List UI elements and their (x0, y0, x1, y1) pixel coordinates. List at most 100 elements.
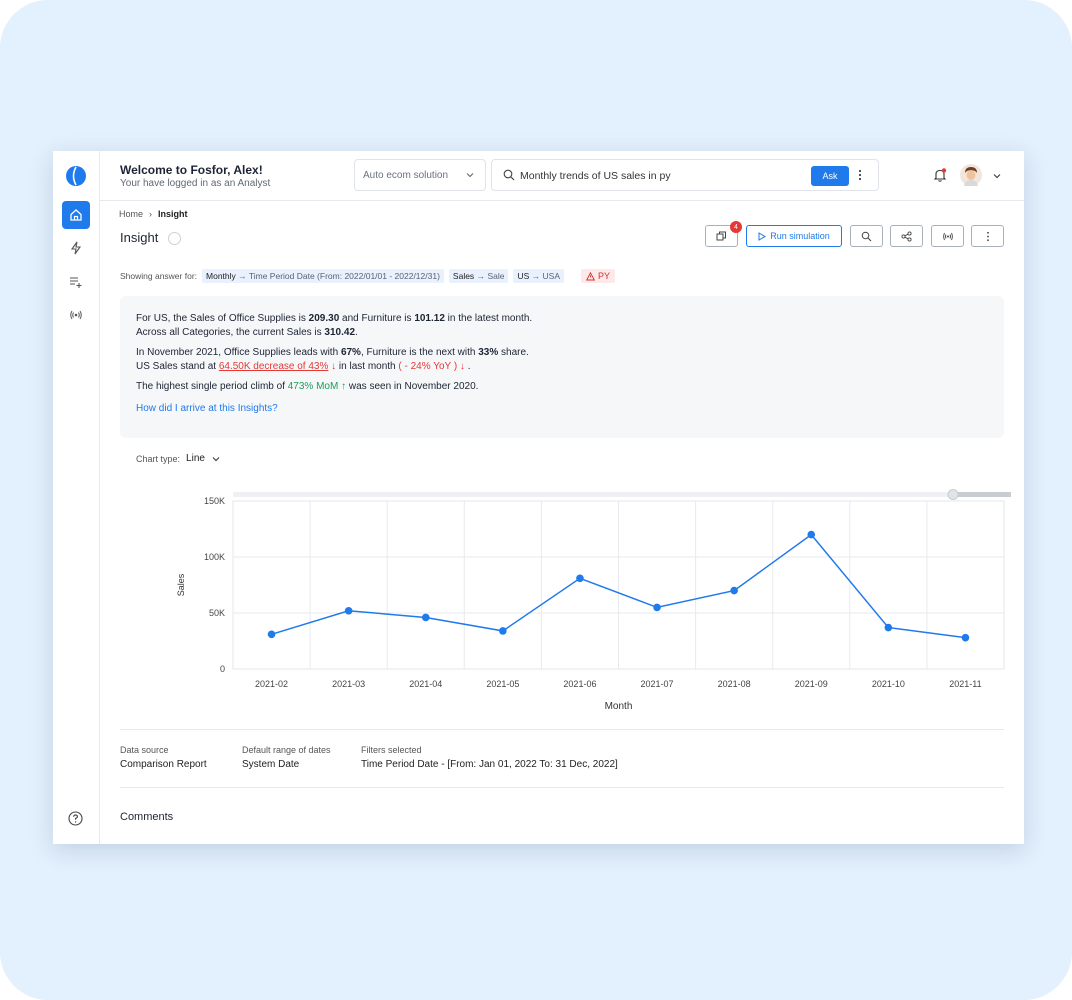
zoom-track[interactable] (233, 492, 1006, 497)
warning-icon (586, 271, 595, 280)
play-icon (758, 231, 767, 241)
insight-summary: For US, the Sales of Office Supplies is … (120, 296, 1004, 438)
solution-select[interactable]: Auto ecom solution (354, 159, 486, 191)
y-tick-label: 150K (204, 496, 225, 506)
decrease-link[interactable]: 64.50K decrease of 43% (219, 361, 329, 372)
arrow-right-icon: → (238, 271, 249, 281)
copy-icon (716, 231, 726, 240)
chip-value: Sale (487, 271, 505, 281)
x-tick-label: 2021-05 (486, 679, 519, 689)
help-icon (68, 811, 83, 826)
data-point[interactable] (730, 586, 738, 595)
data-point[interactable] (421, 613, 430, 622)
chevron-down-icon (466, 173, 474, 178)
page-title: Insight (120, 230, 159, 245)
data-point[interactable] (807, 530, 816, 539)
filter-chip-country[interactable]: US → USA (513, 269, 564, 283)
date-range-value: System Date (242, 759, 300, 770)
insight-line: Across all Categories, the current Sales… (136, 327, 358, 338)
search-input[interactable] (520, 167, 800, 185)
chip-value: USA (542, 271, 560, 281)
data-point[interactable] (267, 630, 276, 639)
app-window: Welcome to Fosfor, Alex! Your have logge… (53, 151, 1024, 844)
filter-chip-sales[interactable]: Sales → Sale (448, 269, 509, 283)
filters-label: Filters selected (361, 745, 422, 755)
chip-key: US (517, 271, 530, 281)
py-warning-chip[interactable]: PY (581, 269, 616, 283)
x-tick-label: 2021-06 (563, 679, 596, 689)
insight-line: For US, the Sales of Office Supplies is … (136, 313, 533, 324)
chip-key: Sales (452, 271, 475, 281)
search-icon (861, 231, 872, 241)
data-source-label: Data source (120, 745, 169, 755)
sidebar-item-playlist[interactable] (62, 268, 90, 296)
chart-type-label: Chart type: (136, 453, 181, 464)
welcome-title: Welcome to Fosfor, Alex! (120, 163, 263, 177)
breadcrumb-separator: › (149, 209, 153, 219)
more-vertical-icon (986, 231, 989, 241)
data-point[interactable] (653, 603, 661, 612)
x-tick-label: 2021-07 (641, 679, 674, 689)
user-menu-chevron-icon[interactable] (992, 171, 1002, 181)
playlist-add-icon (70, 277, 82, 288)
y-tick-label: 50K (209, 608, 225, 618)
ask-button[interactable]: Ask (811, 166, 849, 186)
zoom-range[interactable] (953, 492, 1011, 497)
sidebar-item-broadcast[interactable] (62, 301, 90, 329)
query-context: Showing answer for: Monthly → Time Perio… (120, 268, 616, 284)
breadcrumb: Home › Insight (119, 209, 188, 219)
divider (120, 729, 1004, 730)
breadcrumb-home[interactable]: Home (119, 209, 143, 219)
more-vertical-icon[interactable] (857, 168, 863, 182)
chart-type-selector[interactable]: Chart type: Line (136, 453, 221, 464)
x-tick-label: 2021-04 (409, 679, 442, 689)
comments-title: Comments (120, 811, 174, 823)
x-tick-label: 2021-11 (949, 679, 981, 689)
chart-type-value: Line (186, 453, 205, 464)
data-point[interactable] (961, 633, 970, 642)
zoom-handle-left[interactable] (947, 489, 959, 500)
broadcast-icon (942, 232, 953, 240)
chip-key: Monthly (206, 271, 236, 281)
fosfor-logo (66, 166, 86, 186)
broadcast-icon (70, 310, 82, 320)
sales-line-chart: 0 50K 100K 150K 2021-02 2021-03 2021-04 2021-05… (176, 489, 1011, 712)
sidebar-item-insights[interactable] (62, 234, 90, 262)
y-tick-label: 100K (204, 552, 225, 562)
more-options-button[interactable] (971, 225, 1004, 247)
help-button[interactable] (68, 811, 83, 829)
run-simulation-button[interactable]: Run simulation (746, 225, 842, 247)
py-label: PY (598, 271, 611, 281)
x-tick-label: 2021-09 (795, 679, 828, 689)
notification-bell-icon[interactable] (932, 167, 948, 183)
run-simulation-label: Run simulation (770, 231, 830, 241)
showing-label: Showing answer for: (120, 271, 198, 281)
search-insight-button[interactable] (850, 225, 883, 247)
chip-value: Time Period Date (From: 2022/01/01 - 202… (248, 271, 440, 281)
filter-chip-period[interactable]: Monthly → Time Period Date (From: 2022/0… (202, 269, 444, 283)
data-point[interactable] (499, 627, 507, 635)
copy-badge: 4 (730, 221, 742, 233)
chevron-down-icon (212, 456, 220, 461)
search-bar: Ask (491, 159, 879, 191)
data-point[interactable] (884, 623, 893, 632)
broadcast-button[interactable] (931, 225, 964, 247)
x-tick-label: 2021-03 (332, 679, 365, 689)
x-axis-label: Month (605, 701, 633, 712)
data-point[interactable] (576, 574, 584, 583)
arrow-right-icon: → (531, 271, 543, 281)
info-icon[interactable] (168, 232, 181, 245)
filters-value: Time Period Date - [From: Jan 01, 2022 T… (361, 759, 618, 770)
explain-insight-link[interactable]: How did I arrive at this Insights? (136, 403, 1004, 414)
data-source-value: Comparison Report (120, 759, 207, 770)
data-point[interactable] (344, 606, 353, 615)
y-axis-label: Sales (176, 573, 186, 596)
avatar[interactable] (960, 164, 982, 186)
share-button[interactable] (890, 225, 923, 247)
home-icon (70, 209, 82, 221)
x-tick-label: 2021-10 (872, 679, 905, 689)
sidebar-item-home[interactable] (62, 201, 90, 229)
search-icon (503, 169, 515, 181)
y-tick-label: 0 (220, 664, 225, 674)
x-tick-label: 2021-08 (718, 679, 751, 689)
